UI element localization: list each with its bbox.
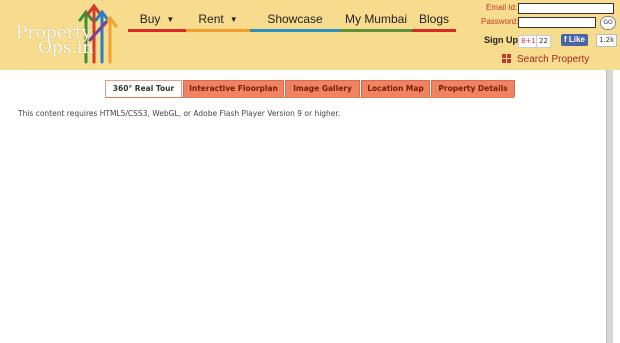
go-button[interactable]: GO xyxy=(600,16,616,30)
nav-underline xyxy=(412,29,456,32)
nav-label: Showcase xyxy=(267,12,323,26)
tab-image-gallery[interactable]: Image Gallery xyxy=(285,80,360,97)
gplus-label: 8+1 xyxy=(521,37,536,45)
grid-icon xyxy=(502,54,511,63)
nav-underline xyxy=(186,29,250,32)
logo-text: Property Ops.in xyxy=(16,25,94,58)
gplus-count: 22 xyxy=(536,35,551,48)
fb-like-label: Like xyxy=(568,35,585,44)
tab-interactive-floorplan[interactable]: Interactive Floorplan xyxy=(183,80,284,97)
nav-underline xyxy=(128,29,186,32)
caret-down-icon: ▼ xyxy=(229,14,238,24)
tab-360-real-tour[interactable]: 360° Real Tour xyxy=(105,80,182,98)
nav-underline xyxy=(340,29,412,32)
password-field[interactable] xyxy=(518,17,596,28)
signup-link[interactable]: Sign Up xyxy=(484,35,518,45)
nav-label: Buy xyxy=(139,12,161,26)
nav-item-rent[interactable]: Rent ▼ xyxy=(186,10,250,32)
tab-property-details[interactable]: Property Details xyxy=(431,80,515,97)
logo-line-2: Ops.in xyxy=(38,38,94,58)
site-logo[interactable]: Property Ops.in xyxy=(8,0,128,68)
nav-underline xyxy=(250,29,340,32)
search-property-link[interactable]: Search Property xyxy=(502,54,589,65)
plugin-required-notice: This content requires HTML5/CSS3, WebGL,… xyxy=(18,109,341,118)
facebook-like-button[interactable]: f Like xyxy=(561,34,588,46)
email-field[interactable] xyxy=(518,3,614,14)
nav-label: My Mumbai xyxy=(344,12,407,26)
email-label: Email Id: xyxy=(486,3,518,12)
nav-label: Blogs xyxy=(418,12,450,26)
nav-item-blogs[interactable]: Blogs xyxy=(412,10,456,32)
password-label: Password: xyxy=(481,17,519,26)
tab-location-map[interactable]: Location Map xyxy=(361,80,430,97)
tab-divider xyxy=(105,97,514,98)
vertical-scrollbar[interactable] xyxy=(606,70,613,343)
nav-label: Rent xyxy=(198,12,224,26)
site-header: Property Ops.in Buy ▼ Rent ▼ Showcase My M… xyxy=(0,0,620,70)
nav-item-my-mumbai[interactable]: My Mumbai xyxy=(340,10,412,32)
nav-item-buy[interactable]: Buy ▼ xyxy=(128,10,186,32)
facebook-like-count: 1.2k xyxy=(596,34,618,47)
search-property-label: Search Property xyxy=(517,54,590,65)
nav-item-showcase[interactable]: Showcase xyxy=(250,10,340,32)
caret-down-icon: ▼ xyxy=(166,14,175,24)
